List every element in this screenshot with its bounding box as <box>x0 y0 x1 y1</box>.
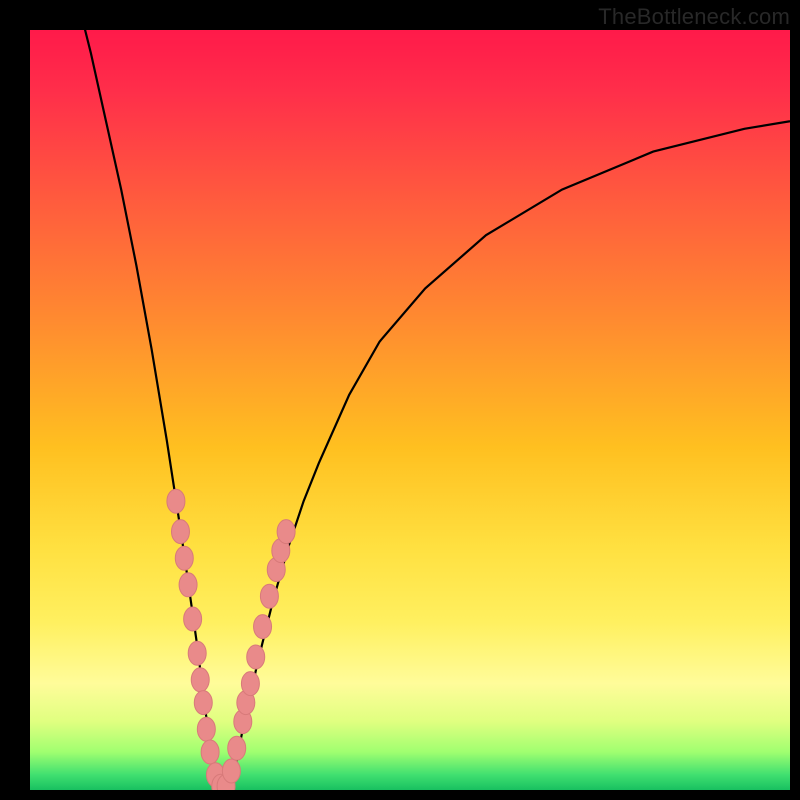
scatter-marker <box>191 668 209 692</box>
scatter-marker <box>194 691 212 715</box>
scatter-marker <box>272 539 290 563</box>
scatter-marker <box>175 546 193 570</box>
bottleneck-curve <box>30 30 790 790</box>
scatter-marker <box>247 645 265 669</box>
scatter-marker <box>234 710 252 734</box>
scatter-marker <box>254 615 272 639</box>
scatter-marker <box>228 736 246 760</box>
scatter-marker <box>222 759 240 783</box>
scatter-marker <box>217 774 235 790</box>
scatter-marker <box>167 489 185 513</box>
scatter-marker <box>277 520 295 544</box>
scatter-marker <box>241 672 259 696</box>
scatter-marker <box>260 584 278 608</box>
plot-gradient-area <box>30 30 790 790</box>
scatter-marker <box>179 573 197 597</box>
scatter-marker <box>267 558 285 582</box>
watermark-text: TheBottleneck.com <box>598 4 790 30</box>
scatter-marker <box>171 520 189 544</box>
scatter-marker <box>206 763 224 787</box>
scatter-marker <box>201 740 219 764</box>
scatter-marker <box>212 774 230 790</box>
scatter-marker <box>237 691 255 715</box>
scatter-marker <box>188 641 206 665</box>
scatter-markers <box>30 30 790 790</box>
scatter-marker <box>184 607 202 631</box>
chart-frame: TheBottleneck.com <box>0 0 800 800</box>
scatter-marker <box>197 717 215 741</box>
